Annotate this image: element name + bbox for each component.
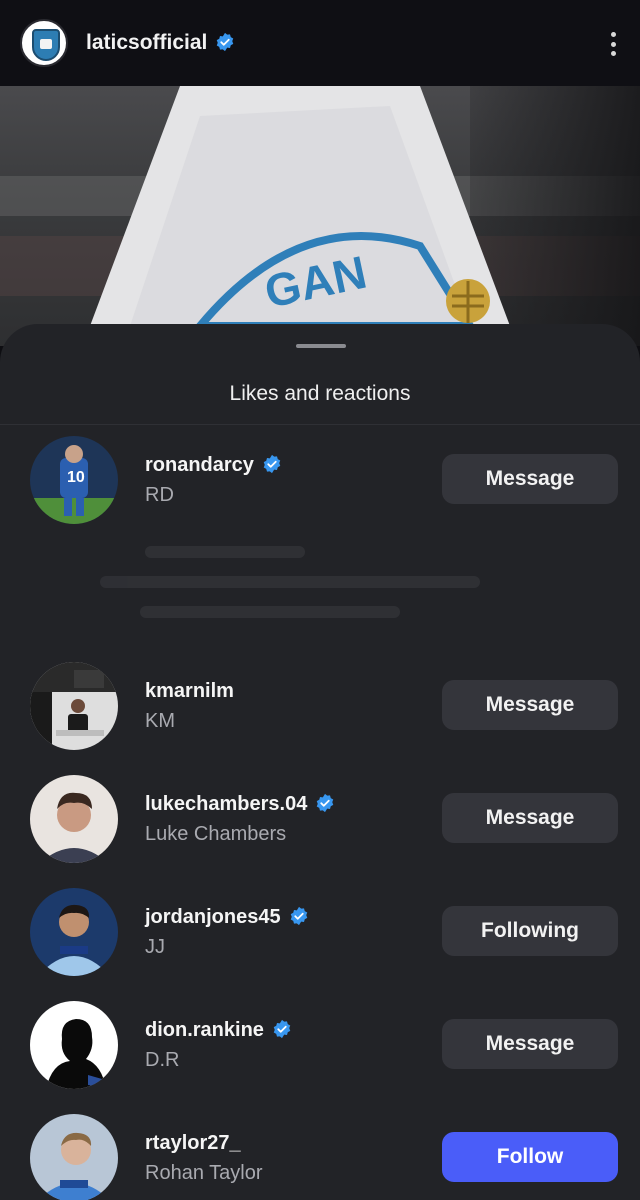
following-button[interactable]: Following	[442, 906, 618, 956]
post-media: GAN	[0, 86, 640, 346]
avatar[interactable]	[30, 1001, 118, 1089]
verified-badge-icon	[263, 454, 281, 474]
avatar[interactable]	[30, 775, 118, 863]
list-item[interactable]: rtaylor27_ Rohan Taylor Follow	[0, 1114, 640, 1200]
username-label: jordanjones45	[145, 906, 281, 928]
message-button[interactable]: Message	[442, 680, 618, 730]
full-name: JJ	[145, 936, 165, 958]
username-label: lukechambers.04	[145, 793, 308, 815]
verified-badge-icon	[290, 906, 307, 926]
full-name: RD	[145, 484, 174, 506]
list-item[interactable]: lukechambers.04 Luke Chambers Message	[0, 775, 640, 865]
svg-text:10: 10	[67, 469, 85, 486]
message-button[interactable]: Message	[442, 1019, 618, 1069]
verified-badge-icon	[273, 1019, 291, 1039]
list-item[interactable]: jordanjones45 JJ Following	[0, 888, 640, 978]
avatar[interactable]	[30, 888, 118, 976]
loading-placeholder	[100, 546, 580, 636]
verified-badge-icon	[317, 793, 334, 813]
account-name[interactable]: laticsofficial	[86, 31, 235, 55]
sheet-title: Likes and reactions	[229, 382, 411, 405]
likes-sheet: Likes and reactions 10 ronandarcy RD Mes…	[0, 324, 640, 1200]
message-button[interactable]: Message	[442, 454, 618, 504]
username[interactable]: dion.rankine	[145, 1019, 292, 1042]
message-button[interactable]: Message	[442, 793, 618, 843]
username-label: ronandarcy	[145, 454, 254, 476]
full-name: KM	[145, 710, 175, 732]
account-name-label: laticsofficial	[86, 31, 208, 54]
avatar[interactable]	[30, 662, 118, 750]
avatar[interactable]: 10	[30, 436, 118, 524]
drag-handle[interactable]	[296, 344, 346, 348]
follow-button[interactable]: Follow	[442, 1132, 618, 1182]
list-item[interactable]: 10 ronandarcy RD Message	[0, 436, 640, 526]
username-label: dion.rankine	[145, 1019, 264, 1041]
username[interactable]: kmarnilm	[145, 680, 234, 703]
list-item[interactable]: dion.rankine D.R Message	[0, 1001, 640, 1091]
username[interactable]: jordanjones45	[145, 906, 309, 929]
wigan-athletic-crest-icon[interactable]	[20, 19, 68, 67]
full-name: Rohan Taylor	[145, 1162, 263, 1184]
username[interactable]: rtaylor27_	[145, 1132, 241, 1155]
username[interactable]: ronandarcy	[145, 454, 282, 477]
avatar[interactable]	[30, 1114, 118, 1200]
verified-badge-icon	[217, 32, 234, 52]
username[interactable]: lukechambers.04	[145, 793, 335, 816]
full-name: D.R	[145, 1049, 180, 1071]
corner-flag-image: GAN	[90, 86, 510, 330]
more-vertical-icon[interactable]	[610, 32, 616, 56]
divider	[0, 424, 640, 425]
full-name: Luke Chambers	[145, 823, 287, 845]
top-bar: laticsofficial	[0, 0, 640, 86]
list-item[interactable]: kmarnilm KM Message	[0, 662, 640, 752]
